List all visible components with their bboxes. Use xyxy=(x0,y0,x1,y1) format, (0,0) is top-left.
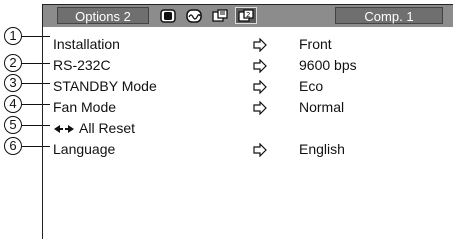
arrow-icon xyxy=(253,142,267,162)
fan-mode-value: Normal xyxy=(299,99,345,115)
arrow-icon xyxy=(253,37,267,57)
standby-mode-value: Eco xyxy=(299,78,324,94)
menu-item-language[interactable]: Language English xyxy=(43,139,453,159)
menu-item-fan-mode[interactable]: Fan Mode Normal xyxy=(43,97,453,117)
options1-icon[interactable] xyxy=(209,7,231,24)
language-label: Language xyxy=(53,141,116,157)
language-value: English xyxy=(299,141,345,157)
callout-4: 4 xyxy=(4,95,22,113)
options2-menu: Options 2 2 Comp. 1 Installation Front R… xyxy=(42,4,453,239)
arrow-icon xyxy=(253,100,267,120)
fan-mode-label: Fan Mode xyxy=(53,99,117,115)
options2-icon[interactable]: 2 xyxy=(235,7,257,24)
audio-wave-icon[interactable] xyxy=(183,7,205,24)
menu-tab-bar: Options 2 2 Comp. 1 xyxy=(43,5,453,27)
input-source-label: Comp. 1 xyxy=(335,7,443,24)
menu-item-installation[interactable]: Installation Front xyxy=(43,34,453,54)
standby-mode-label: STANDBY Mode xyxy=(53,78,157,94)
installation-value: Front xyxy=(299,36,332,52)
rs232c-label: RS-232C xyxy=(53,57,111,73)
arrow-icon xyxy=(253,79,267,99)
picture-icon[interactable] xyxy=(157,7,179,24)
callout-5: 5 xyxy=(4,116,22,134)
callout-6: 6 xyxy=(4,137,22,155)
reset-icon xyxy=(53,119,75,139)
callout-2: 2 xyxy=(4,54,22,72)
tab-options2-label[interactable]: Options 2 xyxy=(57,7,149,24)
rs232c-value: 9600 bps xyxy=(299,57,357,73)
svg-text:2: 2 xyxy=(246,11,250,19)
menu-item-rs232c[interactable]: RS-232C 9600 bps xyxy=(43,55,453,75)
menu-item-standby-mode[interactable]: STANDBY Mode Eco xyxy=(43,76,453,96)
installation-label: Installation xyxy=(53,36,120,52)
menu-item-all-reset[interactable]: All Reset xyxy=(43,118,453,138)
all-reset-label: All Reset xyxy=(79,120,136,136)
callout-3: 3 xyxy=(4,74,22,92)
arrow-icon xyxy=(253,58,267,78)
callout-1: 1 xyxy=(4,27,22,45)
